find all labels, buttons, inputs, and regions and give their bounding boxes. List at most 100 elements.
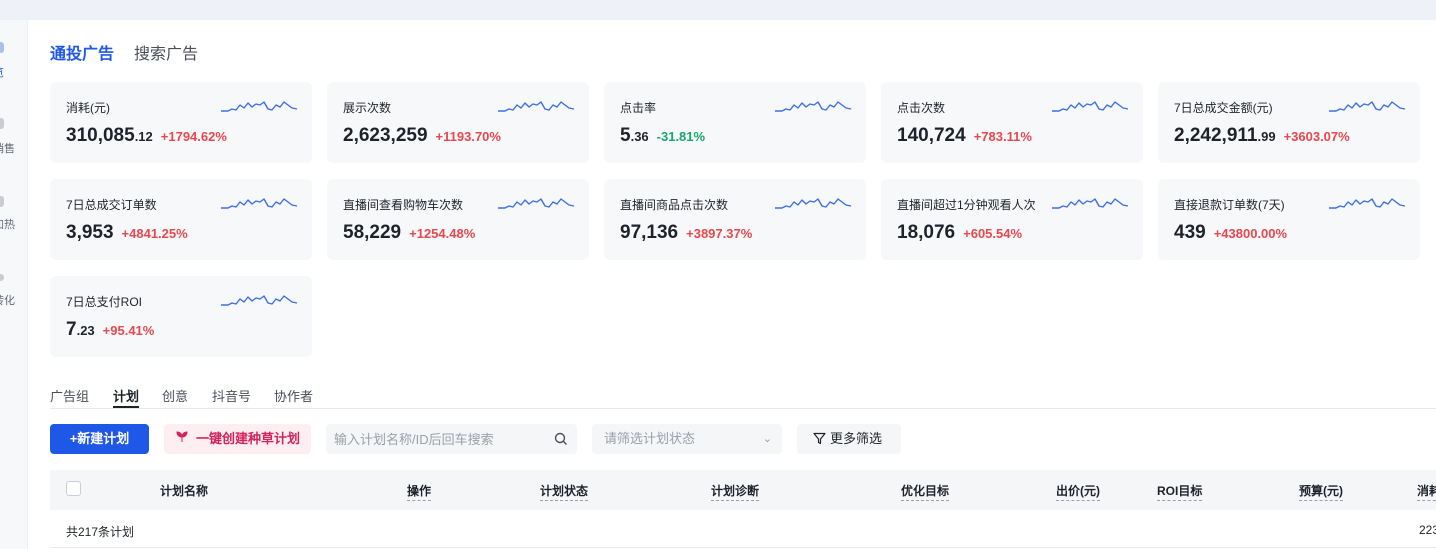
seed-icon	[176, 424, 188, 454]
metric-sparkline	[498, 198, 575, 209]
metric-decimal: .36	[630, 129, 649, 144]
metric-sparkline	[221, 198, 298, 209]
tab-plan[interactable]: 计划	[113, 386, 139, 405]
column-plan-diagnosis[interactable]: 计划诊断	[711, 482, 760, 501]
tab-ad-group[interactable]: 广告组	[50, 386, 89, 405]
create-seed-plan-button[interactable]: 一键创建种草计划	[164, 424, 311, 454]
more-filters-button[interactable]: 更多筛选	[797, 424, 901, 454]
metric-title: 7日总成交金额(元)	[1174, 101, 1273, 115]
metric-decimal: .99	[1257, 129, 1276, 144]
metric-sparkline	[221, 101, 298, 112]
sidebar-item-heating[interactable]: 加热	[0, 194, 28, 234]
metric-value: 7.23 +95.41%	[66, 319, 154, 341]
sidebar-item-label: 转化	[0, 295, 15, 307]
plan-search-input[interactable]	[334, 430, 544, 448]
column-plan-status[interactable]: 计划状态	[540, 482, 589, 501]
search-icon[interactable]	[554, 432, 568, 446]
chevron-down-icon: ⌄	[762, 433, 772, 445]
metric-title: 直播间超过1分钟观看人次	[897, 198, 1036, 212]
metric-card[interactable]: 7日总成交金额(元) 2,242,911.99 +3603.07%	[1158, 82, 1420, 163]
metric-main-value: 5	[620, 125, 631, 146]
table-summary-row: 共217条计划 223	[50, 510, 1436, 548]
sidebar-item-label: 览	[0, 64, 4, 80]
metric-value: 5.36 -31.81%	[620, 125, 705, 147]
column-plan-name[interactable]: 计划名称	[160, 482, 208, 499]
metric-change: -31.81%	[656, 129, 706, 144]
metric-main-value: 2,242,911	[1174, 125, 1258, 146]
metric-sparkline	[775, 198, 852, 209]
total-plans-count: 共217条计划	[66, 525, 135, 539]
tab-search-ads[interactable]: 搜索广告	[134, 40, 198, 64]
plan-status-select[interactable]: 请筛选计划状态 ⌄	[592, 424, 782, 454]
metric-sparkline	[1052, 198, 1129, 209]
active-tab-indicator	[113, 406, 139, 408]
heating-icon	[0, 196, 4, 207]
left-sidebar: 览 销售 加热 转化	[0, 20, 28, 549]
sales-icon	[0, 118, 4, 129]
sidebar-item-label: 销售	[0, 143, 15, 155]
metric-change: +4841.25%	[121, 226, 188, 241]
metric-decimal: .23	[76, 323, 95, 338]
metric-title: 直播间查看购物车次数	[343, 198, 464, 212]
metric-main-value: 97,136	[620, 222, 679, 243]
metric-card[interactable]: 直播间商品点击次数 97,136 +3897.37%	[604, 179, 866, 260]
metric-main-value: 3,953	[66, 222, 114, 243]
metric-change: +43800.00%	[1213, 226, 1288, 241]
more-filters-label: 更多筛选	[830, 431, 883, 446]
new-plan-button[interactable]: +新建计划	[50, 424, 149, 454]
metric-title: 点击次数	[897, 101, 946, 115]
tab-douyin-account[interactable]: 抖音号	[212, 386, 251, 405]
metric-main-value: 18,076	[897, 222, 956, 243]
column-budget[interactable]: 预算(元)	[1299, 482, 1343, 501]
column-actions[interactable]: 操作	[407, 482, 432, 501]
tab-creative[interactable]: 创意	[162, 386, 188, 405]
tab-collaborator[interactable]: 协作者	[274, 386, 313, 405]
metric-card[interactable]: 直播间查看购物车次数 58,229 +1254.48%	[327, 179, 589, 260]
metric-value: 140,724 +783.11%	[897, 125, 1032, 147]
metric-card[interactable]: 直播间超过1分钟观看人次 18,076 +605.54%	[881, 179, 1143, 260]
filter-icon	[813, 432, 826, 445]
select-all-checkbox[interactable]	[66, 481, 81, 496]
metric-change: +605.54%	[963, 226, 1023, 241]
column-spend[interactable]: 消耗	[1417, 482, 1436, 501]
metric-change: +3603.07%	[1283, 129, 1350, 144]
column-bid[interactable]: 出价(元)	[1056, 482, 1100, 501]
metric-value: 18,076 +605.54%	[897, 222, 1022, 244]
metric-card[interactable]: 消耗(元) 310,085.12 +1794.62%	[50, 82, 312, 163]
metric-card[interactable]: 点击次数 140,724 +783.11%	[881, 82, 1143, 163]
metric-value: 58,229 +1254.48%	[343, 222, 475, 244]
sidebar-item-overview[interactable]: 览	[0, 40, 28, 80]
top-banner	[0, 0, 1436, 20]
metric-title: 7日总成交订单数	[66, 198, 157, 212]
metric-sparkline	[1329, 198, 1406, 209]
total-spend-value: 223	[1419, 523, 1436, 537]
column-optimization-goal[interactable]: 优化目标	[901, 482, 950, 501]
sidebar-item-conversion[interactable]: 转化	[0, 272, 28, 312]
metric-main-value: 7	[66, 319, 77, 340]
metric-sparkline	[221, 295, 298, 306]
metric-title: 7日总支付ROI	[66, 295, 143, 309]
metric-card[interactable]: 直接退款订单数(7天) 439 +43800.00%	[1158, 179, 1420, 260]
metric-value: 97,136 +3897.37%	[620, 222, 752, 244]
conversion-icon	[0, 274, 4, 281]
metric-main-value: 310,085	[66, 125, 135, 146]
metric-sparkline	[1329, 101, 1406, 112]
metric-change: +95.41%	[102, 323, 155, 338]
plan-search-box	[326, 424, 577, 454]
tab-general-ads[interactable]: 通投广告	[50, 40, 114, 64]
metric-sparkline	[498, 101, 575, 112]
metric-card[interactable]: 点击率 5.36 -31.81%	[604, 82, 866, 163]
metric-card[interactable]: 展示次数 2,623,259 +1193.70%	[327, 82, 589, 163]
metric-main-value: 140,724	[897, 125, 966, 146]
sidebar-item-sales[interactable]: 销售	[0, 116, 28, 156]
metric-title: 直播间商品点击次数	[620, 198, 729, 212]
column-roi-target[interactable]: ROI目标	[1157, 482, 1203, 501]
seed-plan-label: 一键创建种草计划	[196, 431, 301, 446]
entity-tabs: 广告组 计划 创意 抖音号 协作者	[50, 384, 1436, 409]
metric-change: +1794.62%	[160, 129, 227, 144]
metric-card[interactable]: 7日总支付ROI 7.23 +95.41%	[50, 276, 312, 357]
metric-title: 直接退款订单数(7天)	[1174, 198, 1285, 212]
metric-card[interactable]: 7日总成交订单数 3,953 +4841.25%	[50, 179, 312, 260]
metric-main-value: 58,229	[343, 222, 402, 243]
metric-value: 2,623,259 +1193.70%	[343, 125, 501, 147]
